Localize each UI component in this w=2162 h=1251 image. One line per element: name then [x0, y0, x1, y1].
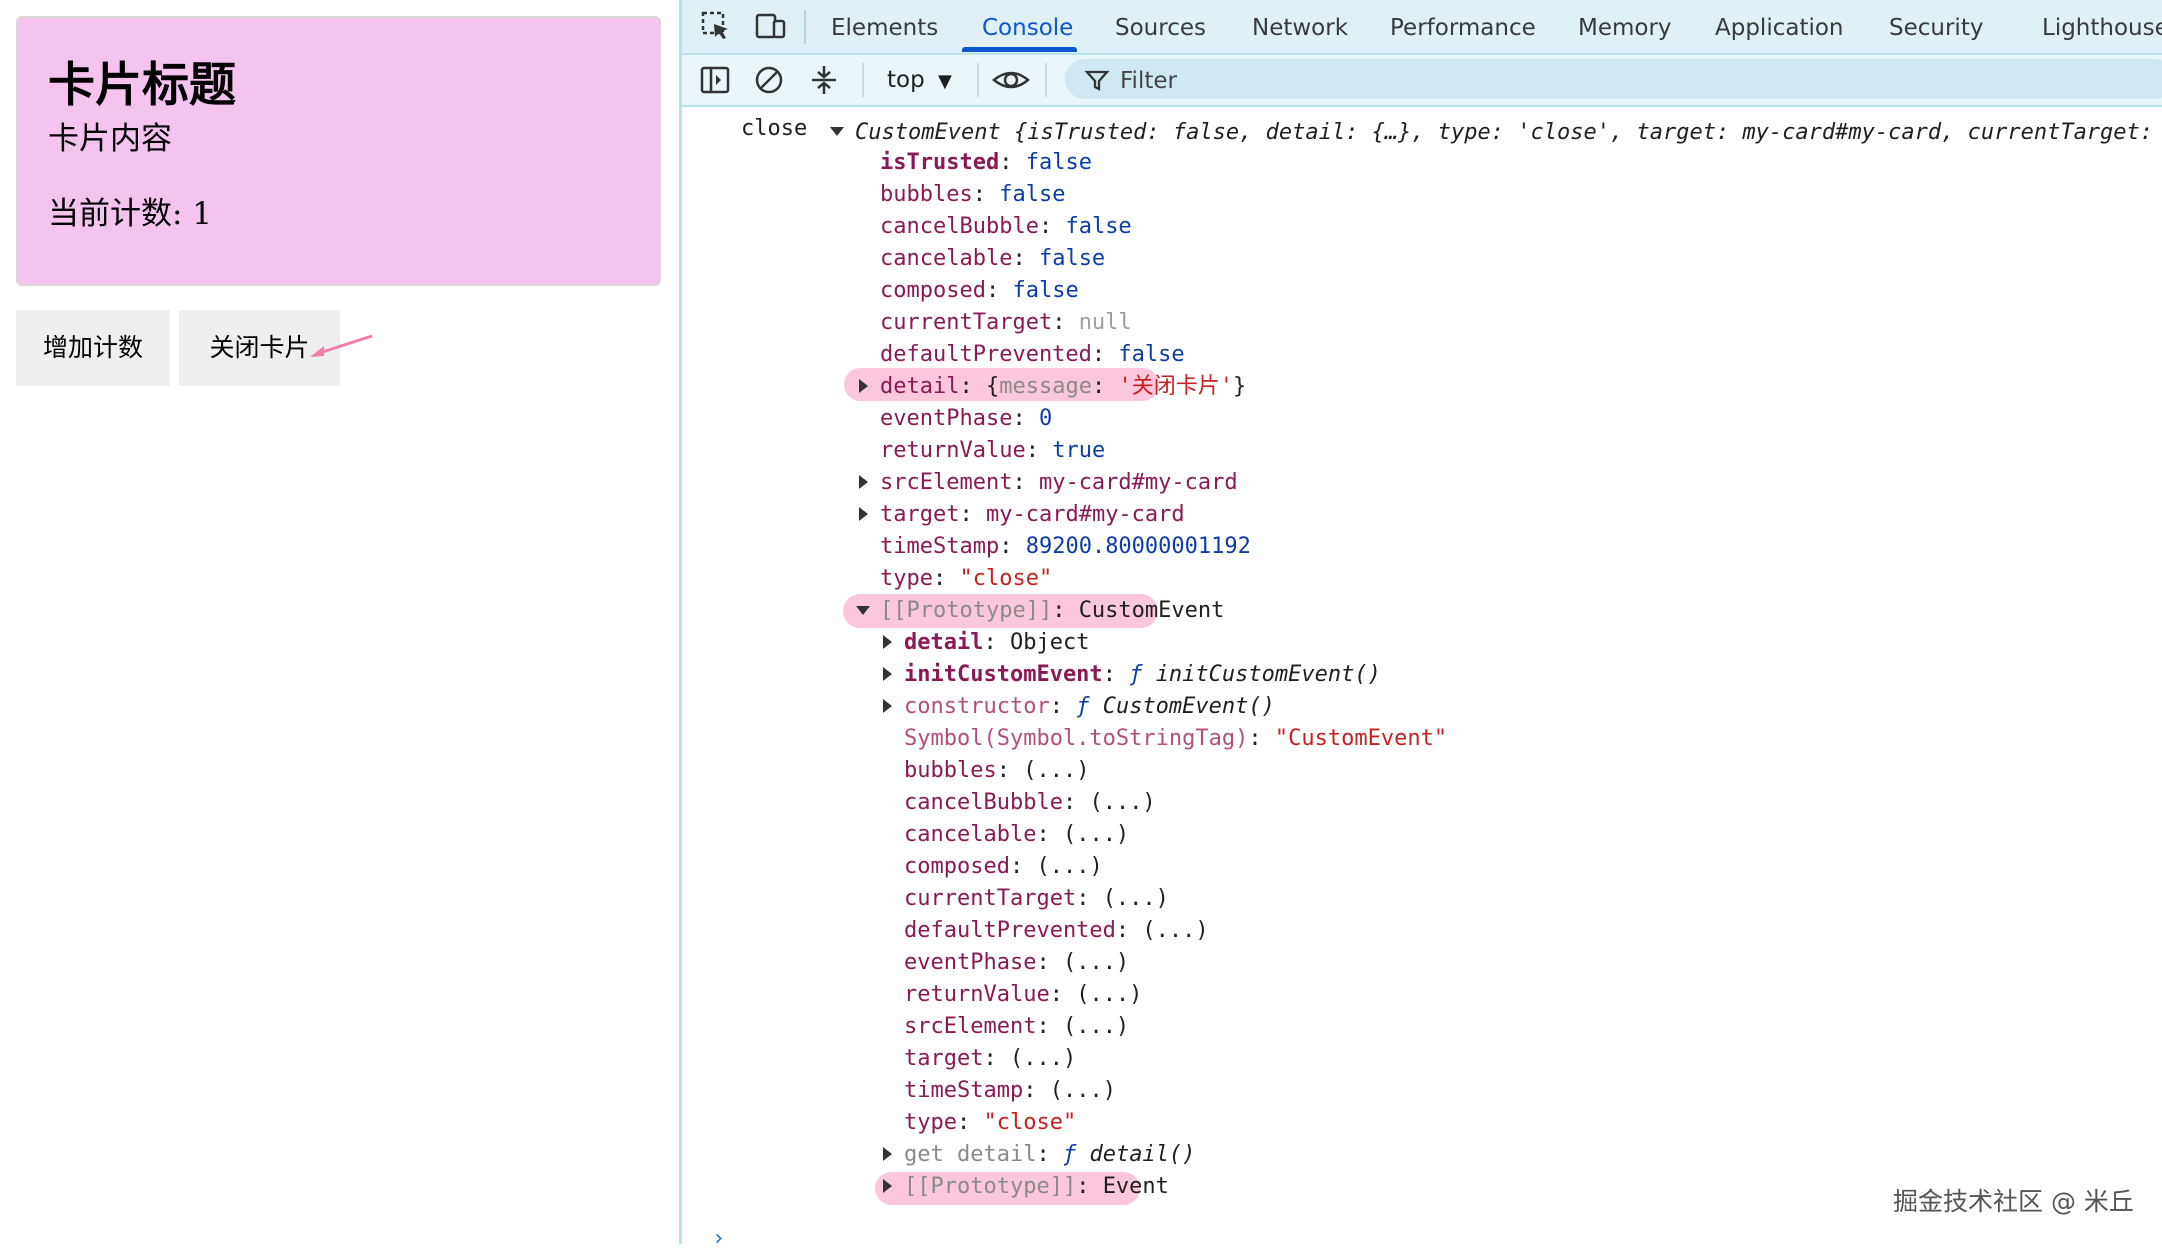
tab-console[interactable]: Console — [982, 0, 1073, 53]
toolbar-divider — [1045, 63, 1047, 97]
increment-button[interactable]: 增加计数 — [16, 310, 170, 386]
console-prompt-icon[interactable]: › — [712, 1226, 725, 1251]
prop-detail[interactable]: detail: {message: '关闭卡片'} — [880, 372, 1246, 402]
prop-srcelement[interactable]: srcElement: my-card#my-card — [880, 468, 1238, 498]
expand-triangle-icon[interactable] — [883, 1147, 892, 1161]
proto-getter-eventphase[interactable]: eventPhase: (...) — [904, 948, 1129, 978]
collapse-triangle-icon[interactable] — [856, 606, 870, 615]
card-content: 卡片内容 — [48, 121, 172, 157]
prop-composed: composed: false — [880, 278, 1079, 303]
toolbar-divider — [862, 63, 864, 97]
page-viewport: 卡片标题 卡片内容 当前计数: 1 增加计数 关闭卡片 — [0, 0, 680, 1244]
clear-console-icon[interactable] — [753, 64, 785, 96]
collapse-groups-icon[interactable] — [808, 64, 840, 96]
prop-istrusted: isTrusted: false — [880, 150, 1092, 175]
proto-detail[interactable]: detail: Object — [904, 628, 1089, 658]
proto-initcustomevent[interactable]: initCustomEvent: ƒ initCustomEvent() — [904, 660, 1381, 690]
filter-placeholder: Filter — [1120, 68, 1177, 94]
prop-eventphase: eventPhase: 0 — [880, 406, 1053, 431]
proto-getter-cancelable[interactable]: cancelable: (...) — [904, 820, 1129, 850]
proto-getter-target[interactable]: target: (...) — [904, 1044, 1076, 1074]
prop-cancelable: cancelable: false — [880, 246, 1106, 271]
tab-application[interactable]: Application — [1715, 0, 1844, 53]
annotation-arrow-icon — [310, 334, 373, 357]
proto-getter-bubbles[interactable]: bubbles: (...) — [904, 756, 1089, 786]
toolbar-divider — [977, 63, 979, 97]
expand-triangle-icon[interactable] — [883, 1179, 892, 1193]
prop-returnvalue: returnValue: true — [880, 438, 1106, 463]
expand-triangle-icon[interactable] — [883, 667, 892, 681]
active-tab-indicator — [962, 47, 1077, 52]
proto-type: type: "close" — [904, 1110, 1077, 1135]
prop-defaultprevented: defaultPrevented: false — [880, 342, 1185, 367]
proto-getter-composed[interactable]: composed: (...) — [904, 852, 1103, 882]
event-summary[interactable]: CustomEvent {isTrusted: false, detail: {… — [855, 118, 2153, 148]
prop-cancelbubble: cancelBubble: false — [880, 214, 1132, 239]
proto-getter-timestamp[interactable]: timeStamp: (...) — [904, 1076, 1116, 1106]
prop-timestamp: timeStamp: 89200.80000001192 — [880, 534, 1251, 559]
console-output: close CustomEvent {isTrusted: false, det… — [682, 108, 2162, 1251]
tab-sources[interactable]: Sources — [1115, 0, 1206, 53]
proto-getter-returnvalue[interactable]: returnValue: (...) — [904, 980, 1142, 1010]
console-toolbar: top ▼ Filter — [682, 55, 2162, 107]
prop-bubbles: bubbles: false — [880, 182, 1066, 207]
prop-prototype[interactable]: [[Prototype]]: CustomEvent — [880, 596, 1224, 626]
tab-performance[interactable]: Performance — [1390, 0, 1536, 53]
filter-input[interactable] — [1065, 59, 2162, 99]
live-expression-eye-icon[interactable] — [992, 64, 1030, 96]
proto-getter-currenttarget[interactable]: currentTarget: (...) — [904, 884, 1169, 914]
dropdown-arrow-icon: ▼ — [938, 71, 952, 92]
proto-getter-defaultprevented[interactable]: defaultPrevented: (...) — [904, 916, 1209, 946]
prop-target[interactable]: target: my-card#my-card — [880, 500, 1185, 530]
watermark: 掘金技术社区 @ 米丘 — [1893, 1187, 2134, 1216]
summary-preview: {isTrusted: false, detail: {…}, type: 'c… — [1013, 120, 2154, 145]
tabbar-divider — [804, 10, 806, 44]
tab-security[interactable]: Security — [1889, 0, 1983, 53]
proto-inner-prototype[interactable]: [[Prototype]]: Event — [904, 1172, 1169, 1202]
proto-get-detail[interactable]: get detail: ƒ detail() — [904, 1140, 1195, 1170]
inspect-element-icon[interactable] — [700, 10, 732, 42]
proto-getter-cancelbubble[interactable]: cancelBubble: (...) — [904, 788, 1156, 818]
tab-network[interactable]: Network — [1252, 0, 1348, 53]
context-selector[interactable]: top ▼ — [887, 55, 952, 105]
proto-tostringtag: Symbol(Symbol.toStringTag): "CustomEvent… — [904, 726, 1448, 751]
prop-type: type: "close" — [880, 566, 1053, 591]
log-label: close — [741, 116, 808, 141]
proto-getter-srcelement[interactable]: srcElement: (...) — [904, 1012, 1129, 1042]
devtools-tabbar: Elements Console Sources Network Perform… — [682, 0, 2162, 55]
filter-icon — [1084, 70, 1110, 91]
expand-triangle-icon[interactable] — [859, 475, 868, 489]
expand-triangle-icon[interactable] — [883, 699, 892, 713]
proto-constructor[interactable]: constructor: ƒ CustomEvent() — [904, 692, 1275, 722]
tab-memory[interactable]: Memory — [1578, 0, 1672, 53]
summary-type: CustomEvent — [855, 120, 1001, 145]
prop-currenttarget: currentTarget: null — [880, 310, 1132, 335]
count-text: 当前计数: 1 — [48, 196, 213, 232]
expand-triangle-icon[interactable] — [859, 507, 868, 521]
tab-elements[interactable]: Elements — [831, 0, 938, 53]
context-label: top — [887, 67, 925, 93]
expand-triangle-icon[interactable] — [859, 379, 868, 393]
device-toolbar-icon[interactable] — [754, 10, 786, 42]
my-card: 卡片标题 卡片内容 当前计数: 1 — [16, 16, 661, 286]
sidebar-toggle-icon[interactable] — [699, 64, 731, 96]
card-title: 卡片标题 — [48, 58, 236, 113]
collapse-triangle-icon[interactable] — [830, 127, 844, 136]
tab-lighthouse[interactable]: Lighthouse — [2042, 0, 2162, 53]
expand-triangle-icon[interactable] — [883, 635, 892, 649]
devtools-panel: Elements Console Sources Network Perform… — [679, 0, 2162, 1251]
